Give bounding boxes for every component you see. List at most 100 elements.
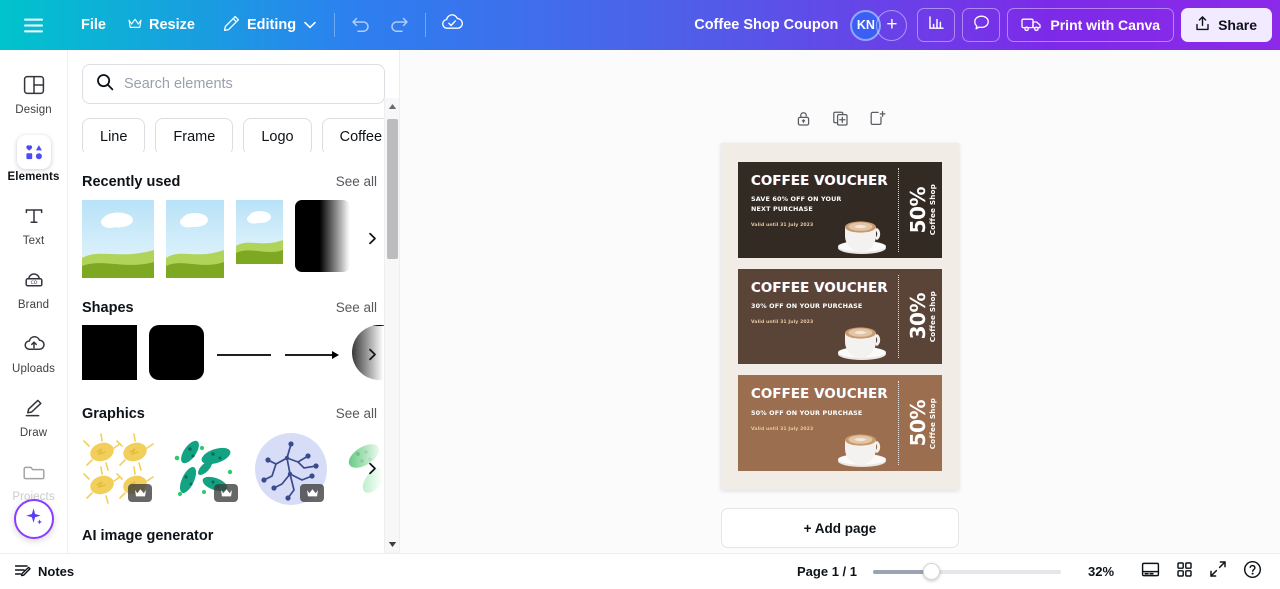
magic-sparkle-button[interactable] <box>13 499 54 539</box>
pro-crown-badge <box>214 483 238 502</box>
sidebar-item-label: Uploads <box>12 363 55 375</box>
page-indicator[interactable]: Page 1 / 1 <box>797 564 857 579</box>
scrollbar-thumb[interactable] <box>386 119 398 259</box>
pen-draw-icon <box>20 394 48 422</box>
chip-logo[interactable]: Logo <box>243 118 312 152</box>
sidebar-item-brand[interactable]: CO Brand <box>4 259 64 315</box>
coffee-cup-image <box>837 221 886 254</box>
chip-line[interactable]: Line <box>82 118 146 152</box>
see-all-recently-used[interactable]: See all <box>336 174 377 189</box>
sidebar-item-design[interactable]: Design <box>4 64 64 120</box>
add-collaborator-button[interactable]: + <box>876 9 908 41</box>
editing-mode-button[interactable]: Editing <box>212 8 327 42</box>
file-menu-label: File <box>81 17 106 33</box>
sidebar-item-text[interactable]: Text <box>4 195 64 251</box>
search-box[interactable] <box>82 64 385 104</box>
presenter-view-button[interactable] <box>1133 557 1167 587</box>
fullscreen-button[interactable] <box>1201 557 1235 587</box>
zoom-slider[interactable] <box>873 563 1061 580</box>
add-page-button[interactable]: + Add page <box>721 508 959 548</box>
canva-editor: File Resize Editing Coffee Shop Coupon K… <box>0 0 1280 589</box>
share-button[interactable]: Share <box>1181 8 1272 42</box>
folder-icon <box>20 458 48 486</box>
insert-page-button[interactable] <box>864 107 891 134</box>
coupon-card[interactable]: COFFEE VOUCHER SAVE 60% OFF ON YOUR NEXT… <box>738 162 942 258</box>
search-area <box>68 50 399 104</box>
section-title: Recently used <box>82 173 181 190</box>
coupon-percent: 50% <box>906 399 931 447</box>
comments-button[interactable] <box>962 8 1001 42</box>
scrollbar-track[interactable] <box>385 115 400 536</box>
recent-item-3[interactable] <box>236 199 283 278</box>
undo-button[interactable] <box>342 8 380 42</box>
coupon-shop-name: Coffee Shop <box>928 184 938 236</box>
design-page[interactable]: COFFEE VOUCHER SAVE 60% OFF ON YOUR NEXT… <box>721 143 959 490</box>
coupon-stub: 30% Coffee Shop <box>899 269 942 365</box>
scroll-up-arrow-icon[interactable] <box>385 98 400 115</box>
shape-rounded-square[interactable] <box>149 324 204 385</box>
coffee-cup-image <box>837 434 886 468</box>
shape-square[interactable] <box>82 324 137 385</box>
recent-item-2[interactable] <box>166 199 224 278</box>
zoom-slider-knob[interactable] <box>923 563 941 580</box>
bottom-left-group: Notes <box>0 562 400 582</box>
graphics-row <box>82 431 399 506</box>
print-with-canva-button[interactable]: Print with Canva <box>1007 8 1175 42</box>
recent-item-1[interactable] <box>82 199 154 278</box>
notes-button[interactable]: Notes <box>14 562 74 582</box>
grid-view-button[interactable] <box>1167 557 1201 587</box>
canvas-area[interactable]: COFFEE VOUCHER SAVE 60% OFF ON YOUR NEXT… <box>400 50 1280 553</box>
recent-item-4[interactable] <box>295 199 350 278</box>
graphic-bacteria-teal[interactable] <box>168 432 242 506</box>
sidebar-item-uploads[interactable]: Uploads <box>4 323 64 379</box>
panel-content: Recently used See all Shapes See all Gra… <box>68 152 399 553</box>
search-input[interactable] <box>124 76 371 92</box>
coupon-percent: 30% <box>906 293 931 340</box>
sidebar-item-elements[interactable]: Elements <box>4 128 64 187</box>
scroll-down-arrow-icon[interactable] <box>385 536 400 553</box>
brand-stamp-icon: CO <box>20 266 48 294</box>
toolbar-divider-1 <box>334 13 336 37</box>
coupon-body: COFFEE VOUCHER SAVE 60% OFF ON YOUR NEXT… <box>738 162 898 258</box>
chip-frame[interactable]: Frame <box>155 118 234 152</box>
graphic-neuron-network[interactable] <box>254 432 328 506</box>
cloud-saved-button[interactable] <box>433 8 471 42</box>
see-all-graphics[interactable]: See all <box>336 406 377 421</box>
document-title[interactable]: Coffee Shop Coupon <box>694 17 838 33</box>
resize-button[interactable]: Resize <box>117 8 206 42</box>
graphic-bacteria-yellow[interactable] <box>82 432 156 506</box>
toolbar-divider-2 <box>425 13 427 37</box>
resize-label: Resize <box>148 17 195 33</box>
help-button[interactable] <box>1235 557 1269 587</box>
coupon-stub: 50% Coffee Shop <box>899 375 942 471</box>
redo-arrow-icon <box>389 14 409 37</box>
sidebar-item-draw[interactable]: Draw <box>4 387 64 443</box>
collaborator-avatars: KN + <box>850 9 908 41</box>
bar-chart-icon <box>928 14 945 36</box>
sidebar-item-label: Design <box>15 104 52 116</box>
coupon-title: COFFEE VOUCHER <box>751 387 888 403</box>
bottom-right-group: Page 1 / 1 32% <box>400 557 1269 587</box>
redo-button[interactable] <box>380 8 418 42</box>
hamburger-menu-button[interactable] <box>14 8 52 42</box>
lock-page-button[interactable] <box>790 107 817 134</box>
recently-used-next-button[interactable] <box>359 226 385 252</box>
add-page-icon <box>869 110 886 132</box>
shape-line[interactable] <box>216 348 272 362</box>
grid-view-icon <box>1176 561 1193 583</box>
see-all-shapes[interactable]: See all <box>336 300 377 315</box>
panel-scrollbar[interactable] <box>384 98 399 553</box>
top-toolbar: File Resize Editing Coffee Shop Coupon K… <box>0 0 1280 50</box>
insights-button[interactable] <box>917 8 956 42</box>
zoom-level-label[interactable]: 32% <box>1075 564 1127 579</box>
notes-label: Notes <box>38 564 75 579</box>
pro-crown-badge <box>300 483 324 502</box>
shapes-next-button[interactable] <box>359 342 385 368</box>
duplicate-page-button[interactable] <box>827 107 854 134</box>
graphics-next-button[interactable] <box>359 456 385 482</box>
presenter-view-icon <box>1141 561 1160 583</box>
file-menu-button[interactable]: File <box>70 8 117 42</box>
coupon-card[interactable]: COFFEE VOUCHER 30% OFF ON YOUR PURCHASE … <box>738 268 942 365</box>
shape-arrow[interactable] <box>284 348 340 362</box>
coupon-card[interactable]: COFFEE VOUCHER 50% OFF ON YOUR PURCHASE … <box>738 375 942 472</box>
